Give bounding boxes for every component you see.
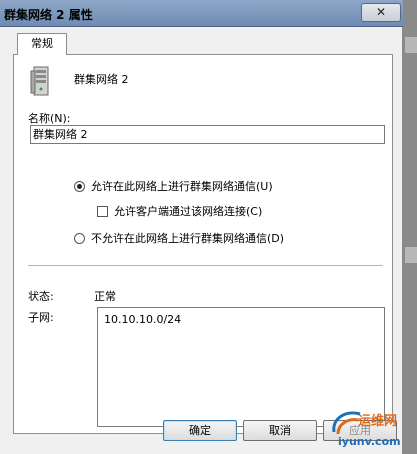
allow-clients-option[interactable]: 允许客户端通过该网络连接(C) bbox=[97, 203, 262, 219]
name-label: 名称(N): bbox=[28, 112, 71, 125]
ok-button[interactable]: 确定 bbox=[163, 420, 237, 441]
watermark-url: iyunv.com bbox=[338, 435, 401, 448]
disallow-cluster-option[interactable]: 不允许在此网络上进行群集网络通信(D) bbox=[74, 230, 284, 246]
background-scroll-mark bbox=[405, 247, 417, 263]
tab-label: 常规 bbox=[31, 37, 53, 50]
radio-allow-cluster[interactable] bbox=[74, 180, 85, 192]
background-scroll-mark bbox=[405, 37, 417, 53]
server-icon bbox=[30, 66, 49, 96]
cancel-button[interactable]: 取消 bbox=[243, 420, 317, 441]
subnet-item[interactable]: 10.10.10.0/24 bbox=[104, 313, 181, 326]
title-bar: 群集网络 2 属性 ✕ bbox=[0, 0, 403, 27]
checkbox-allow-clients[interactable] bbox=[97, 205, 108, 217]
allow-clients-label: 允许客户端通过该网络连接(C) bbox=[114, 205, 263, 218]
separator bbox=[28, 265, 383, 267]
allow-cluster-option[interactable]: 允许在此网络上进行群集网络通信(U) bbox=[74, 178, 273, 194]
watermark: 运维网 iyunv.com bbox=[330, 408, 415, 452]
window-title: 群集网络 2 属性 bbox=[4, 8, 93, 22]
name-field[interactable]: 群集网络 2 bbox=[30, 125, 385, 144]
watermark-title: 运维网 bbox=[358, 414, 398, 429]
allow-cluster-label: 允许在此网络上进行群集网络通信(U) bbox=[91, 180, 273, 193]
background-window-edge bbox=[403, 0, 417, 454]
properties-dialog: 常规 群集网络 2 名称(N): 群集网络 2 允许在此网络上进行群集网络通信(… bbox=[0, 27, 403, 454]
disallow-cluster-label: 不允许在此网络上进行群集网络通信(D) bbox=[91, 232, 285, 245]
status-label: 状态: bbox=[28, 290, 54, 303]
radio-disallow-cluster[interactable] bbox=[74, 232, 85, 244]
tab-general[interactable]: 常规 bbox=[17, 33, 67, 55]
close-icon: ✕ bbox=[375, 5, 387, 19]
close-button[interactable]: ✕ bbox=[361, 3, 401, 22]
status-value: 正常 bbox=[94, 290, 116, 303]
subnet-label: 子网: bbox=[28, 311, 54, 324]
general-panel: 群集网络 2 名称(N): 群集网络 2 允许在此网络上进行群集网络通信(U) … bbox=[13, 54, 393, 434]
network-name: 群集网络 2 bbox=[74, 73, 129, 86]
